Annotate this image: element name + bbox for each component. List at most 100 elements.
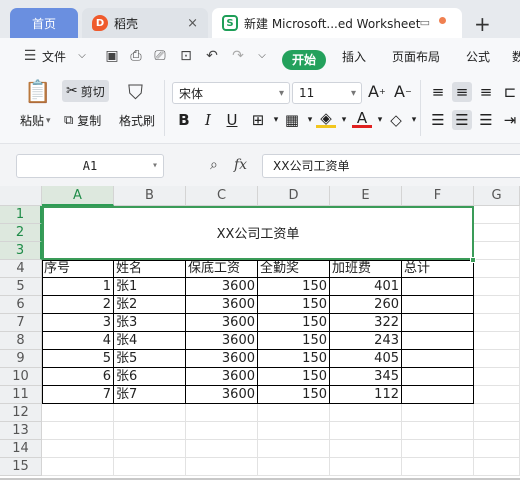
save-icon[interactable]: ▣ xyxy=(104,48,120,64)
empty-cell[interactable] xyxy=(474,368,520,386)
empty-cell[interactable] xyxy=(114,404,186,422)
align-bottom-icon[interactable]: ≡ xyxy=(476,82,496,102)
empty-cell[interactable] xyxy=(42,404,114,422)
export-icon[interactable]: ⎙ xyxy=(128,48,144,64)
redo-icon[interactable]: ↷ xyxy=(230,48,246,64)
table-data-cell[interactable]: 405 xyxy=(330,350,402,368)
empty-cell[interactable] xyxy=(402,458,474,476)
table-header-cell[interactable]: 全勤奖 xyxy=(258,260,330,278)
menu-data[interactable]: 数 xyxy=(512,48,520,65)
table-data-cell[interactable] xyxy=(402,278,474,296)
increase-font-icon[interactable]: A + xyxy=(368,82,386,101)
empty-cell[interactable] xyxy=(474,440,520,458)
table-data-cell[interactable]: 张4 xyxy=(114,332,186,350)
empty-cell[interactable] xyxy=(186,404,258,422)
bold-button[interactable]: B xyxy=(174,110,194,130)
row-header-12[interactable]: 12 xyxy=(0,404,42,422)
format-painter-button[interactable]: 格式刷 xyxy=(119,112,155,129)
empty-cell[interactable] xyxy=(474,332,520,350)
empty-cell[interactable] xyxy=(186,422,258,440)
cut-button[interactable]: ✂ 剪切 xyxy=(62,80,109,102)
empty-cell[interactable] xyxy=(114,422,186,440)
empty-cell[interactable] xyxy=(402,440,474,458)
merged-title-cell[interactable]: XX公司工资单 xyxy=(42,206,474,260)
clear-format-icon[interactable]: ◇ xyxy=(386,110,406,130)
table-header-cell[interactable]: 姓名 xyxy=(114,260,186,278)
empty-cell[interactable] xyxy=(258,440,330,458)
row-header-14[interactable]: 14 xyxy=(0,440,42,458)
table-data-cell[interactable]: 112 xyxy=(330,386,402,404)
table-data-cell[interactable]: 150 xyxy=(258,368,330,386)
table-data-cell[interactable] xyxy=(402,368,474,386)
empty-cell[interactable] xyxy=(402,422,474,440)
table-data-cell[interactable]: 张3 xyxy=(114,314,186,332)
menu-start[interactable]: 开始 xyxy=(282,50,326,70)
table-data-cell[interactable]: 150 xyxy=(258,296,330,314)
column-header-g[interactable]: G xyxy=(474,186,520,206)
spreadsheet-grid[interactable]: A B C D E F G 1 2 3 4 5 6 7 8 9 10 11 12 13 14 15 序号 姓名 保底工资 全勤奖加… xyxy=(0,186,520,480)
paste-icon[interactable]: 📋 xyxy=(24,80,51,105)
file-dropdown-icon[interactable]: ⌵ xyxy=(74,48,90,64)
underline-button[interactable]: U xyxy=(222,110,242,130)
table-data-cell[interactable]: 150 xyxy=(258,332,330,350)
row-header-11[interactable]: 11 xyxy=(0,386,42,404)
unsaved-dot-icon[interactable] xyxy=(439,17,446,24)
empty-cell[interactable] xyxy=(474,296,520,314)
tab-worksheet[interactable]: S 新建 Microsoft...ed Worksheet ▭ xyxy=(212,8,462,38)
row-header-6[interactable]: 6 xyxy=(0,296,42,314)
zoom-search-icon[interactable]: ⌕ xyxy=(210,157,218,173)
table-data-cell[interactable]: 3600 xyxy=(186,386,258,404)
empty-cell[interactable] xyxy=(474,224,520,242)
table-data-cell[interactable]: 2 xyxy=(42,296,114,314)
column-header-f[interactable]: F xyxy=(402,186,474,206)
align-middle-icon[interactable]: ≡ xyxy=(452,82,472,102)
align-left-icon[interactable]: ☰ xyxy=(428,110,448,130)
table-data-cell[interactable]: 3600 xyxy=(186,368,258,386)
table-data-cell[interactable]: 3600 xyxy=(186,278,258,296)
function-icon[interactable]: fx xyxy=(234,157,247,173)
table-data-cell[interactable] xyxy=(402,332,474,350)
print-preview-icon[interactable]: ⊡ xyxy=(178,48,194,64)
table-data-cell[interactable]: 3600 xyxy=(186,296,258,314)
fill-pattern-icon[interactable]: ▦ xyxy=(282,110,302,130)
align-center-icon[interactable]: ☰ xyxy=(452,110,472,130)
row-header-1[interactable]: 1 xyxy=(0,206,42,224)
table-header-cell[interactable]: 序号 xyxy=(42,260,114,278)
column-header-e[interactable]: E xyxy=(330,186,402,206)
orientation-icon[interactable]: ⊏ xyxy=(500,82,520,102)
empty-cell[interactable] xyxy=(330,404,402,422)
clear-format-dropdown-icon[interactable]: ▾ xyxy=(404,110,424,130)
align-top-icon[interactable]: ≡ xyxy=(428,82,448,102)
table-header-cell[interactable]: 保底工资 xyxy=(186,260,258,278)
row-header-15[interactable]: 15 xyxy=(0,458,42,476)
table-data-cell[interactable]: 张6 xyxy=(114,368,186,386)
table-header-cell[interactable]: 加班费 xyxy=(330,260,402,278)
menu-hamburger-icon[interactable]: ☰ xyxy=(22,48,38,64)
table-data-cell[interactable]: 3600 xyxy=(186,314,258,332)
empty-cell[interactable] xyxy=(330,440,402,458)
row-header-5[interactable]: 5 xyxy=(0,278,42,296)
font-size-select[interactable]: 11 ▾ xyxy=(292,82,362,104)
table-header-cell[interactable]: 总计 xyxy=(402,260,474,278)
table-data-cell[interactable]: 6 xyxy=(42,368,114,386)
table-data-cell[interactable] xyxy=(402,296,474,314)
row-header-13[interactable]: 13 xyxy=(0,422,42,440)
empty-cell[interactable] xyxy=(258,404,330,422)
column-header-a[interactable]: A xyxy=(42,186,114,206)
italic-button[interactable]: I xyxy=(198,110,218,130)
table-data-cell[interactable]: 5 xyxy=(42,350,114,368)
empty-cell[interactable] xyxy=(402,404,474,422)
empty-cell[interactable] xyxy=(42,440,114,458)
row-header-7[interactable]: 7 xyxy=(0,314,42,332)
column-header-c[interactable]: C xyxy=(186,186,258,206)
table-data-cell[interactable]: 260 xyxy=(330,296,402,314)
empty-cell[interactable] xyxy=(114,458,186,476)
table-data-cell[interactable]: 张1 xyxy=(114,278,186,296)
table-data-cell[interactable]: 150 xyxy=(258,350,330,368)
table-data-cell[interactable]: 3600 xyxy=(186,350,258,368)
table-data-cell[interactable]: 张5 xyxy=(114,350,186,368)
table-data-cell[interactable]: 345 xyxy=(330,368,402,386)
table-data-cell[interactable]: 7 xyxy=(42,386,114,404)
select-all-corner[interactable] xyxy=(0,186,42,206)
menu-formula[interactable]: 公式 xyxy=(466,48,490,65)
